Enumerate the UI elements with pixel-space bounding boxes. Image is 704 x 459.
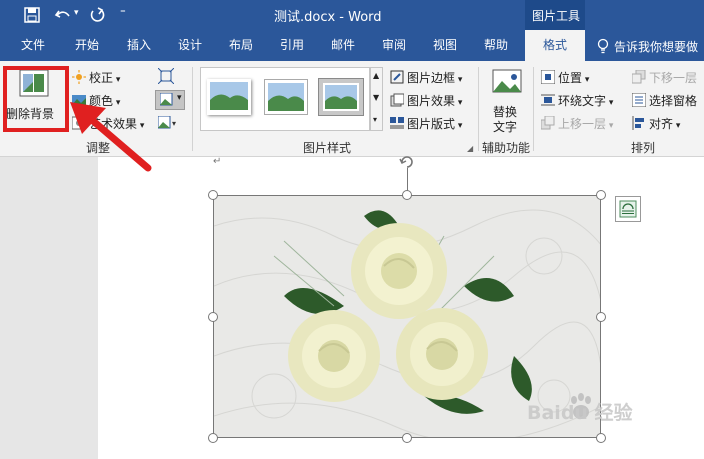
undo-dropdown-icon[interactable]: ▾ (74, 8, 79, 18)
resize-handle-n[interactable] (402, 190, 412, 200)
compress-pictures-icon[interactable] (157, 67, 175, 87)
gallery-up-icon[interactable]: ▲ (373, 71, 379, 80)
tab-file[interactable]: 文件 (8, 30, 58, 61)
tab-review[interactable]: 审阅 (369, 30, 419, 61)
annotation-arrow-icon (70, 102, 152, 172)
lightbulb-icon (597, 38, 609, 57)
reset-picture-icon[interactable]: ▾ (157, 115, 178, 133)
picture-border-icon (390, 70, 404, 87)
position-button[interactable]: 位置 ▾ (540, 69, 589, 87)
change-picture-icon (159, 92, 176, 110)
group-arrange-label: 排列 (631, 141, 656, 155)
alt-text-button[interactable]: 替换 文字 (486, 67, 528, 134)
corrections-label: 校正 (89, 71, 114, 85)
resize-handle-ne[interactable] (596, 190, 606, 200)
align-icon (632, 116, 646, 133)
undo-icon[interactable] (54, 6, 72, 27)
picture-border-button[interactable]: 图片边框 ▾ (390, 69, 462, 87)
ribbon-tabs: 文件 开始 插入 设计 布局 引用 邮件 审阅 视图 帮助 格式 告诉我你想要做 (0, 30, 704, 61)
redo-icon[interactable] (88, 6, 106, 27)
document-title: 测试.docx - Word (274, 10, 382, 25)
resize-handle-s[interactable] (402, 433, 412, 443)
alt-text-icon (492, 69, 522, 98)
send-backward-label: 下移一层 (649, 71, 698, 85)
picture-layout-button[interactable]: 图片版式 ▾ (390, 115, 462, 133)
picture-layout-label: 图片版式 (407, 117, 456, 131)
position-label: 位置 (558, 71, 583, 85)
save-icon[interactable] (24, 7, 40, 26)
tab-design[interactable]: 设计 (165, 30, 215, 61)
bring-forward-button[interactable]: 上移一层 ▾ (540, 115, 613, 133)
picture-border-label: 图片边框 (407, 71, 456, 85)
gallery-more-icon[interactable]: ▾ (373, 115, 377, 124)
position-icon (540, 69, 556, 87)
picture-style-3-selected[interactable] (318, 78, 364, 116)
context-tools-header: 图片工具 (525, 0, 585, 30)
tell-me-search[interactable]: 告诉我你想要做 (614, 38, 698, 55)
align-button[interactable]: 对齐 ▾ (632, 115, 680, 133)
resize-handle-nw[interactable] (208, 190, 218, 200)
tab-home[interactable]: 开始 (62, 30, 112, 61)
resize-handle-e[interactable] (596, 312, 606, 322)
resize-handle-sw[interactable] (208, 433, 218, 443)
resize-handle-w[interactable] (208, 312, 218, 322)
tab-references[interactable]: 引用 (267, 30, 317, 61)
tab-insert[interactable]: 插入 (114, 30, 164, 61)
picture-layout-icon (390, 116, 404, 133)
bring-forward-icon (540, 115, 555, 133)
group-accessibility-label: 辅助功能 (482, 141, 531, 155)
selection-pane-button[interactable]: 选择窗格 (631, 92, 698, 110)
picture-effects-button[interactable]: 图片效果 ▾ (390, 92, 462, 110)
baidu-watermark: Baidu 经验 (527, 390, 657, 430)
group-separator (478, 67, 479, 151)
picture-style-2[interactable] (264, 79, 308, 115)
selection-pane-label: 选择窗格 (649, 94, 698, 108)
tab-layout[interactable]: 布局 (216, 30, 266, 61)
group-styles-label: 图片样式 (303, 141, 352, 155)
alt-text-label-2: 文字 (493, 120, 518, 134)
layout-options-icon (619, 200, 637, 221)
gallery-down-icon[interactable]: ▼ (373, 93, 379, 102)
sun-icon (72, 70, 86, 87)
tab-format[interactable]: 格式 (525, 30, 585, 61)
customize-qat-icon[interactable]: ⁼ (120, 6, 126, 19)
align-label: 对齐 (649, 117, 674, 131)
watermark-text: Baidu 经验 (527, 402, 633, 424)
picture-tools-label: 图片工具 (532, 9, 581, 23)
send-backward-icon (631, 69, 646, 87)
picture-styles-gallery (200, 67, 370, 131)
tab-view[interactable]: 视图 (420, 30, 470, 61)
wrap-text-button[interactable]: 环绕文字 ▾ (541, 92, 613, 110)
svg-text:▾: ▾ (172, 119, 176, 128)
send-backward-button[interactable]: 下移一层 (631, 69, 698, 87)
group-separator (192, 67, 193, 151)
bring-forward-label: 上移一层 (558, 117, 607, 131)
tab-help[interactable]: 帮助 (471, 30, 521, 61)
group-separator (533, 67, 534, 151)
corrections-button[interactable]: 校正 ▾ (72, 69, 120, 87)
tab-mailings[interactable]: 邮件 (318, 30, 368, 61)
wrap-text-label: 环绕文字 (558, 94, 607, 108)
selection-pane-icon (631, 92, 647, 110)
picture-effects-icon (390, 93, 405, 110)
layout-options-button[interactable] (615, 196, 641, 222)
title-bar: ▾ ⁼ 测试.docx - Word 图片工具 (0, 0, 704, 30)
picture-effects-label: 图片效果 (407, 94, 456, 108)
gallery-scroll[interactable]: ▲ ▼ ▾ (370, 67, 383, 131)
resize-handle-se[interactable] (596, 433, 606, 443)
dialog-launcher-icon[interactable]: ◢ (467, 144, 473, 153)
paragraph-mark-icon: ↵ (213, 156, 222, 167)
wrap-text-icon (541, 93, 555, 110)
picture-style-1[interactable] (207, 79, 251, 115)
